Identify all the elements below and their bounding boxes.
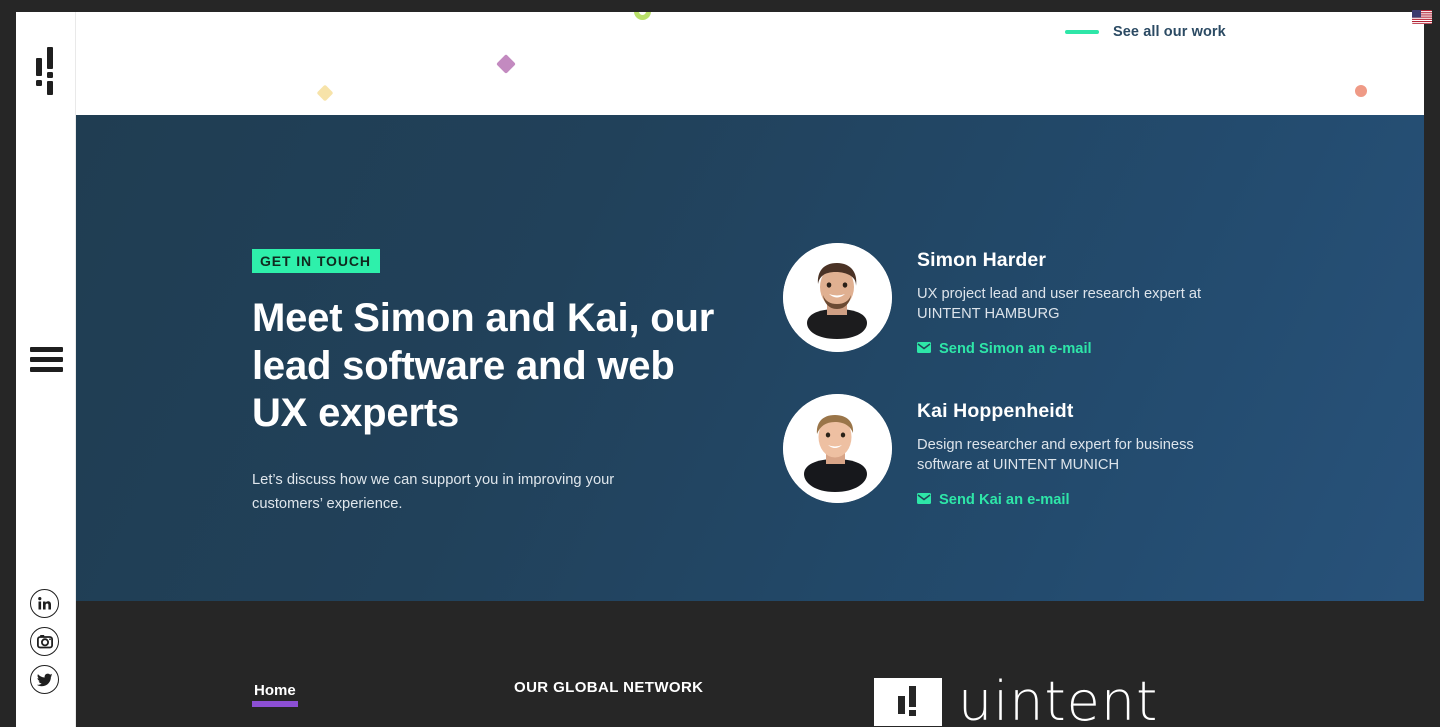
burger-bar [30,357,63,362]
contact-card: Kai Hoppenheidt Design researcher and ex… [783,394,1323,509]
burger-bar [30,347,63,352]
green-ring-shape [634,12,651,20]
envelope-icon [917,491,931,509]
hamburger-menu-icon[interactable] [30,347,63,373]
contact-name: Kai Hoppenheidt [917,400,1074,423]
window-top-edge [0,0,1440,12]
contact-details: Simon Harder UX project lead and user re… [892,243,1323,358]
hero-section: GET IN TOUCH Meet Simon and Kai, our lea… [76,115,1424,601]
hero-paragraph: Let’s discuss how we can support you in … [252,471,615,512]
send-email-label: Send Kai an e-mail [939,492,1070,509]
left-rail [16,12,76,727]
social-links [30,589,63,703]
browser-viewport: See all our work GET IN TOUCH Meet Simon… [0,0,1440,727]
send-email-label: Send Simon an e-mail [939,341,1092,358]
contact-role: UX project lead and user research expert… [917,286,1202,322]
contact-list: Simon Harder UX project lead and user re… [783,243,1323,545]
avatar [783,243,892,352]
contact-name: Simon Harder [917,249,1047,271]
purple-diamond-shape [496,54,516,74]
footer-link-home[interactable]: Home [252,682,298,707]
contact-card: Simon Harder UX project lead and user re… [783,243,1323,358]
linkedin-icon[interactable] [30,589,59,618]
burger-bar [30,367,63,372]
uintent-logo-icon [874,678,942,726]
uintent-mark-icon[interactable] [30,42,62,102]
contact-role: Design researcher and expert for busines… [917,437,1194,473]
get-in-touch-badge: GET IN TOUCH [252,249,380,273]
brand-wordmark: uintent [958,670,1159,727]
send-email-link[interactable]: Send Simon an e-mail [917,340,1323,358]
hero-copy: GET IN TOUCH Meet Simon and Kai, our lea… [252,249,722,516]
salmon-ring-shape [1355,85,1367,97]
footer-brand-logo: uintent [874,675,1158,727]
us-flag-icon[interactable] [1412,10,1432,24]
page-canvas: See all our work GET IN TOUCH Meet Simon… [16,12,1424,727]
page-title: Meet Simon and Kai, our lead software an… [252,296,715,436]
instagram-icon[interactable] [30,627,59,656]
envelope-icon [917,340,931,358]
window-right-edge [1424,0,1440,727]
site-footer: Home OUR GLOBAL NETWORK uintent [76,601,1424,727]
send-email-link[interactable]: Send Kai an e-mail [917,491,1323,509]
yellow-diamond-shape [316,84,334,102]
twitter-icon[interactable] [30,665,59,694]
see-all-our-work-label: See all our work [1113,24,1226,40]
footer-heading-global-network: OUR GLOBAL NETWORK [514,679,704,696]
window-left-edge [0,0,16,727]
avatar [783,394,892,504]
dash-icon [1065,30,1099,34]
see-all-our-work-link[interactable]: See all our work [1065,24,1226,40]
contact-details: Kai Hoppenheidt Design researcher and ex… [892,394,1323,509]
